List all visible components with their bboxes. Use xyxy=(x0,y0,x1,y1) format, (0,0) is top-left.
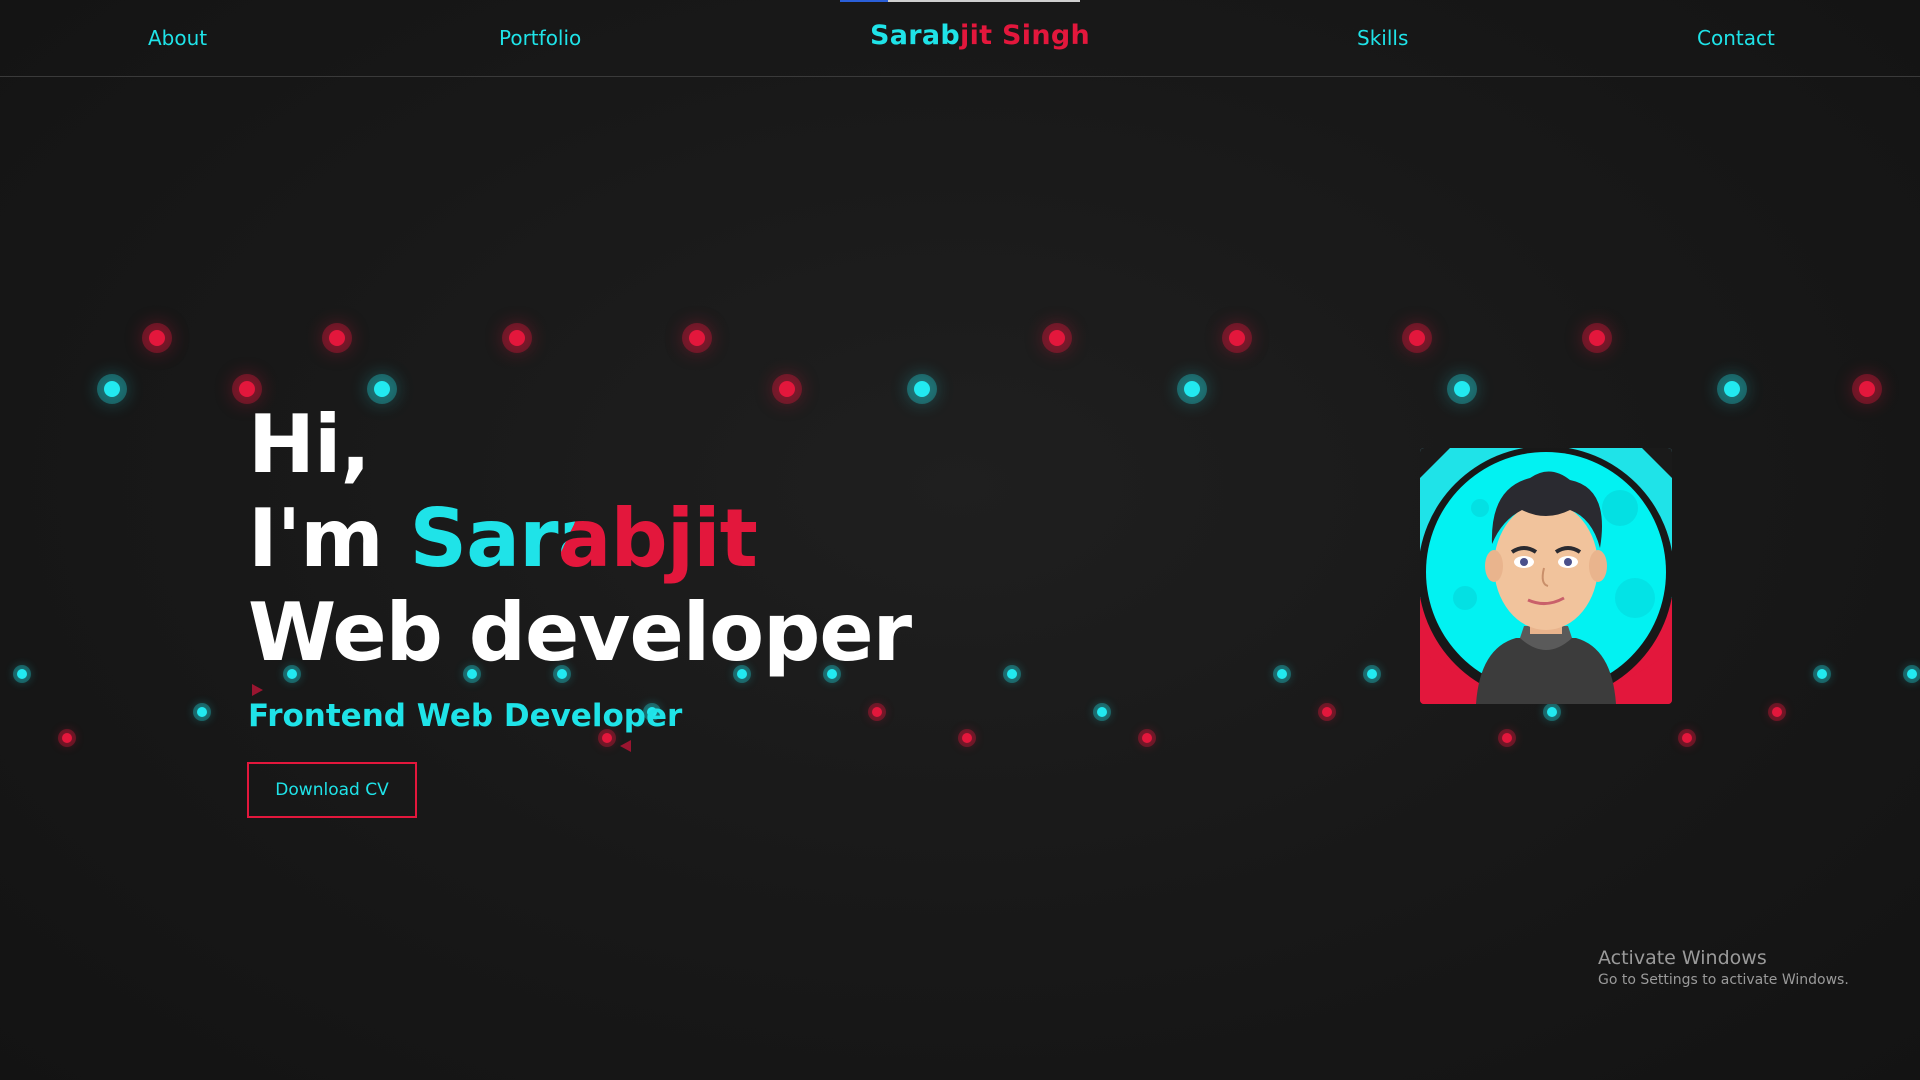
hero-role: Web developer xyxy=(248,586,912,679)
glow-dot xyxy=(17,669,27,679)
glow-dot xyxy=(1142,733,1152,743)
avatar-illustration xyxy=(1420,448,1672,704)
glow-dot xyxy=(1049,330,1065,346)
glow-dot xyxy=(1907,669,1917,679)
glow-dot xyxy=(1724,381,1740,397)
page: About Portfolio Sarabjit Singh Skills Co… xyxy=(0,0,1920,1080)
glow-dot xyxy=(197,707,207,717)
nav-link-portfolio[interactable]: Portfolio xyxy=(499,26,581,50)
glow-dot xyxy=(1772,707,1782,717)
glow-dot xyxy=(1817,669,1827,679)
glow-dot xyxy=(602,733,612,743)
glow-dot xyxy=(1409,330,1425,346)
glow-dot xyxy=(689,330,705,346)
glow-dot xyxy=(62,733,72,743)
activate-windows-watermark: Activate Windows Go to Settings to activ… xyxy=(1598,946,1849,990)
glow-dot xyxy=(239,381,255,397)
glow-dot xyxy=(872,707,882,717)
triangle-decoration-right xyxy=(252,684,263,696)
glow-dot xyxy=(1859,381,1875,397)
nav-link-contact[interactable]: Contact xyxy=(1697,26,1775,50)
glow-dot xyxy=(914,381,930,397)
hero-subtitle: Frontend Web Developer xyxy=(248,698,683,734)
glow-dot xyxy=(1502,733,1512,743)
glow-dot xyxy=(374,381,390,397)
hero-intro-line: I'm Sarabjit xyxy=(248,492,911,586)
glow-dot xyxy=(1229,330,1245,346)
brand-part-red: jit Singh xyxy=(960,20,1091,51)
watermark-subtitle: Go to Settings to activate Windows. xyxy=(1598,972,1849,988)
glow-dot xyxy=(1097,707,1107,717)
top-nav: About Portfolio Sarabjit Singh Skills Co… xyxy=(0,0,1920,77)
triangle-decoration-left xyxy=(620,740,631,752)
brand-logo[interactable]: Sarabjit Singh xyxy=(870,20,1090,51)
hero-name: Sarabjit xyxy=(409,492,757,585)
glow-dot xyxy=(149,330,165,346)
glow-dot xyxy=(104,381,120,397)
nav-link-skills[interactable]: Skills xyxy=(1357,26,1408,50)
hero-intro-prefix: I'm xyxy=(248,492,410,585)
glow-dot xyxy=(1682,733,1692,743)
glow-dot xyxy=(329,330,345,346)
hero-heading: Hi, I'm Sarabjit Web developer xyxy=(248,398,912,680)
glow-dot xyxy=(779,381,795,397)
glow-dot xyxy=(1589,330,1605,346)
glow-dot xyxy=(1547,707,1557,717)
glow-dot xyxy=(962,733,972,743)
glow-dot xyxy=(1277,669,1287,679)
glow-dot xyxy=(1454,381,1470,397)
avatar xyxy=(1420,448,1672,704)
glow-dot xyxy=(1322,707,1332,717)
nav-link-about[interactable]: About xyxy=(148,26,207,50)
brand-part-cyan: Sarab xyxy=(870,20,961,51)
glow-dot xyxy=(1184,381,1200,397)
watermark-title: Activate Windows xyxy=(1598,947,1767,969)
glow-dot xyxy=(1007,669,1017,679)
glow-dot xyxy=(1367,669,1377,679)
hero-greeting: Hi, xyxy=(248,398,371,491)
download-cv-button[interactable]: Download CV xyxy=(247,762,417,818)
glow-dot xyxy=(509,330,525,346)
